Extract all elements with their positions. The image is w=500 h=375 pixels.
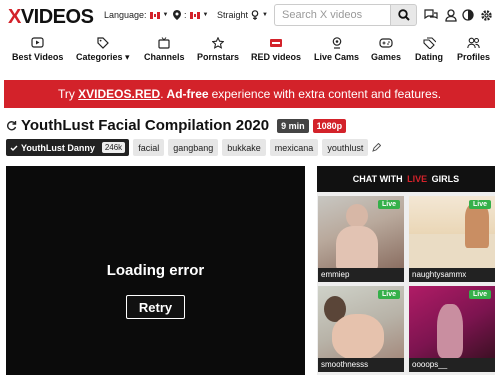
- nav-live-cams[interactable]: Live Cams: [314, 36, 359, 62]
- video-player[interactable]: Loading error Retry: [6, 166, 305, 375]
- user-icon[interactable]: [444, 8, 458, 22]
- duration-badge: 9 min: [277, 118, 309, 133]
- quality-badge: 1080p: [312, 118, 347, 133]
- retry-button[interactable]: Retry: [126, 295, 185, 319]
- nav-label: Pornstars: [197, 52, 240, 62]
- top-header: XVIDEOS Language: ▼ : ▼ Straight ▼ Searc…: [0, 0, 500, 34]
- live-badge: Live: [468, 200, 491, 209]
- tag-icon: [97, 36, 109, 49]
- nav-categories[interactable]: Categories ▾: [76, 36, 130, 63]
- play-box-icon: [31, 36, 44, 49]
- star-icon: [212, 36, 225, 49]
- chat-header[interactable]: CHAT WITH LIVE GIRLS: [317, 166, 495, 192]
- canada-flag-icon: [149, 11, 160, 19]
- nav-label: Best Videos: [12, 52, 64, 62]
- pencil-icon[interactable]: [372, 143, 382, 152]
- logo-text: VIDEOS: [20, 6, 94, 28]
- banner-mid: .: [160, 87, 164, 101]
- chevron-down-icon: ▼: [162, 12, 169, 18]
- uploader-name: YouthLust Danny: [21, 142, 95, 153]
- search-icon: [397, 9, 410, 21]
- chat-head-live: LIVE: [407, 174, 428, 184]
- uploader-badge[interactable]: YouthLust Danny 246k: [6, 139, 130, 156]
- gamepad-icon: [379, 36, 393, 49]
- gear-icon[interactable]: [479, 8, 493, 22]
- nav-pornstars[interactable]: Pornstars: [197, 36, 239, 62]
- live-badge: Live: [468, 290, 491, 299]
- users-icon: [467, 36, 480, 49]
- location-pin-icon: [173, 10, 181, 20]
- banner-prefix: Try: [57, 87, 75, 101]
- female-symbol-icon: [251, 10, 259, 20]
- tag-chip[interactable]: gangbang: [168, 139, 219, 156]
- chat-bubbles-icon[interactable]: [424, 8, 438, 22]
- webcam-icon: [332, 36, 342, 49]
- orientation-selector[interactable]: Straight ▼: [217, 10, 268, 20]
- nav-label: Live Cams: [314, 52, 360, 62]
- chevron-down-icon: ▼: [262, 12, 268, 18]
- search-input[interactable]: Search X videos: [274, 4, 390, 26]
- language-selector[interactable]: Language: ▼: [104, 10, 169, 20]
- uploader-count: 246k: [101, 142, 126, 153]
- cam-username: emmiep: [318, 268, 404, 282]
- cam-tile[interactable]: Live oooops__: [409, 286, 495, 372]
- nav-red-videos[interactable]: RED videos: [251, 36, 301, 62]
- nav-games[interactable]: Games: [371, 36, 401, 62]
- nav-label: Categories ▾: [76, 52, 130, 62]
- tag-chip[interactable]: mexicana: [269, 139, 319, 156]
- refresh-icon[interactable]: [6, 120, 17, 131]
- video-title: YouthLust Facial Compilation 2020: [21, 117, 270, 134]
- location-label: :: [184, 10, 187, 20]
- site-logo[interactable]: XVIDEOS: [8, 6, 94, 29]
- language-label: Language:: [104, 10, 147, 20]
- cam-username: smoothnesss: [318, 358, 404, 372]
- orientation-label: Straight: [217, 10, 249, 20]
- loading-error-text: Loading error: [106, 262, 205, 279]
- tv-icon: [158, 36, 170, 49]
- live-chat-panel: CHAT WITH LIVE GIRLS Live emmiep Live na…: [317, 166, 495, 375]
- tag-chip[interactable]: youthlust: [322, 139, 369, 156]
- banner-brand-link[interactable]: XVIDEOS.RED: [78, 87, 160, 101]
- live-badge: Live: [377, 200, 400, 209]
- nav-label: Profiles: [457, 52, 491, 62]
- video-title-row: YouthLust Facial Compilation 2020 9 min …: [6, 117, 347, 134]
- red-logo-icon: [270, 36, 282, 49]
- main-nav: Best Videos Categories ▾ Channels Pornst…: [0, 36, 500, 68]
- cam-tile[interactable]: Live smoothnesss: [318, 286, 404, 372]
- tags-icon: [422, 36, 436, 49]
- search-button[interactable]: [390, 4, 417, 26]
- location-selector[interactable]: : ▼: [173, 10, 208, 20]
- live-badge: Live: [377, 290, 400, 299]
- check-icon: [10, 145, 18, 151]
- cam-username: oooops__: [409, 358, 495, 372]
- nav-label: Games: [371, 52, 402, 62]
- canada-flag-icon: [189, 11, 200, 19]
- video-tags: YouthLust Danny 246k facial gangbang buk…: [6, 139, 382, 156]
- nav-label: RED videos: [251, 52, 302, 62]
- banner-suffix: experience with extra content and featur…: [211, 87, 442, 101]
- banner-adfree: Ad-free: [166, 87, 209, 101]
- nav-best-videos[interactable]: Best Videos: [12, 36, 63, 62]
- nav-dating[interactable]: Dating: [415, 36, 443, 62]
- cam-username: naughtysammx: [409, 268, 495, 282]
- nav-label: Dating: [415, 52, 443, 62]
- contrast-icon[interactable]: [461, 8, 475, 22]
- cam-tile[interactable]: Live naughtysammx: [409, 196, 495, 282]
- chevron-down-icon: ▼: [202, 12, 209, 18]
- tag-chip[interactable]: facial: [133, 139, 165, 156]
- nav-channels[interactable]: Channels: [144, 36, 185, 62]
- cam-tile[interactable]: Live emmiep: [318, 196, 404, 282]
- logo-x: X: [8, 6, 21, 28]
- red-promo-banner[interactable]: Try XVIDEOS.RED. Ad-free experience with…: [4, 80, 495, 108]
- nav-label: Channels: [144, 52, 185, 62]
- tag-chip[interactable]: bukkake: [222, 139, 266, 156]
- nav-profiles[interactable]: Profiles: [457, 36, 490, 62]
- chat-head-suffix: GIRLS: [431, 174, 460, 184]
- chat-head-prefix: CHAT WITH: [352, 174, 403, 184]
